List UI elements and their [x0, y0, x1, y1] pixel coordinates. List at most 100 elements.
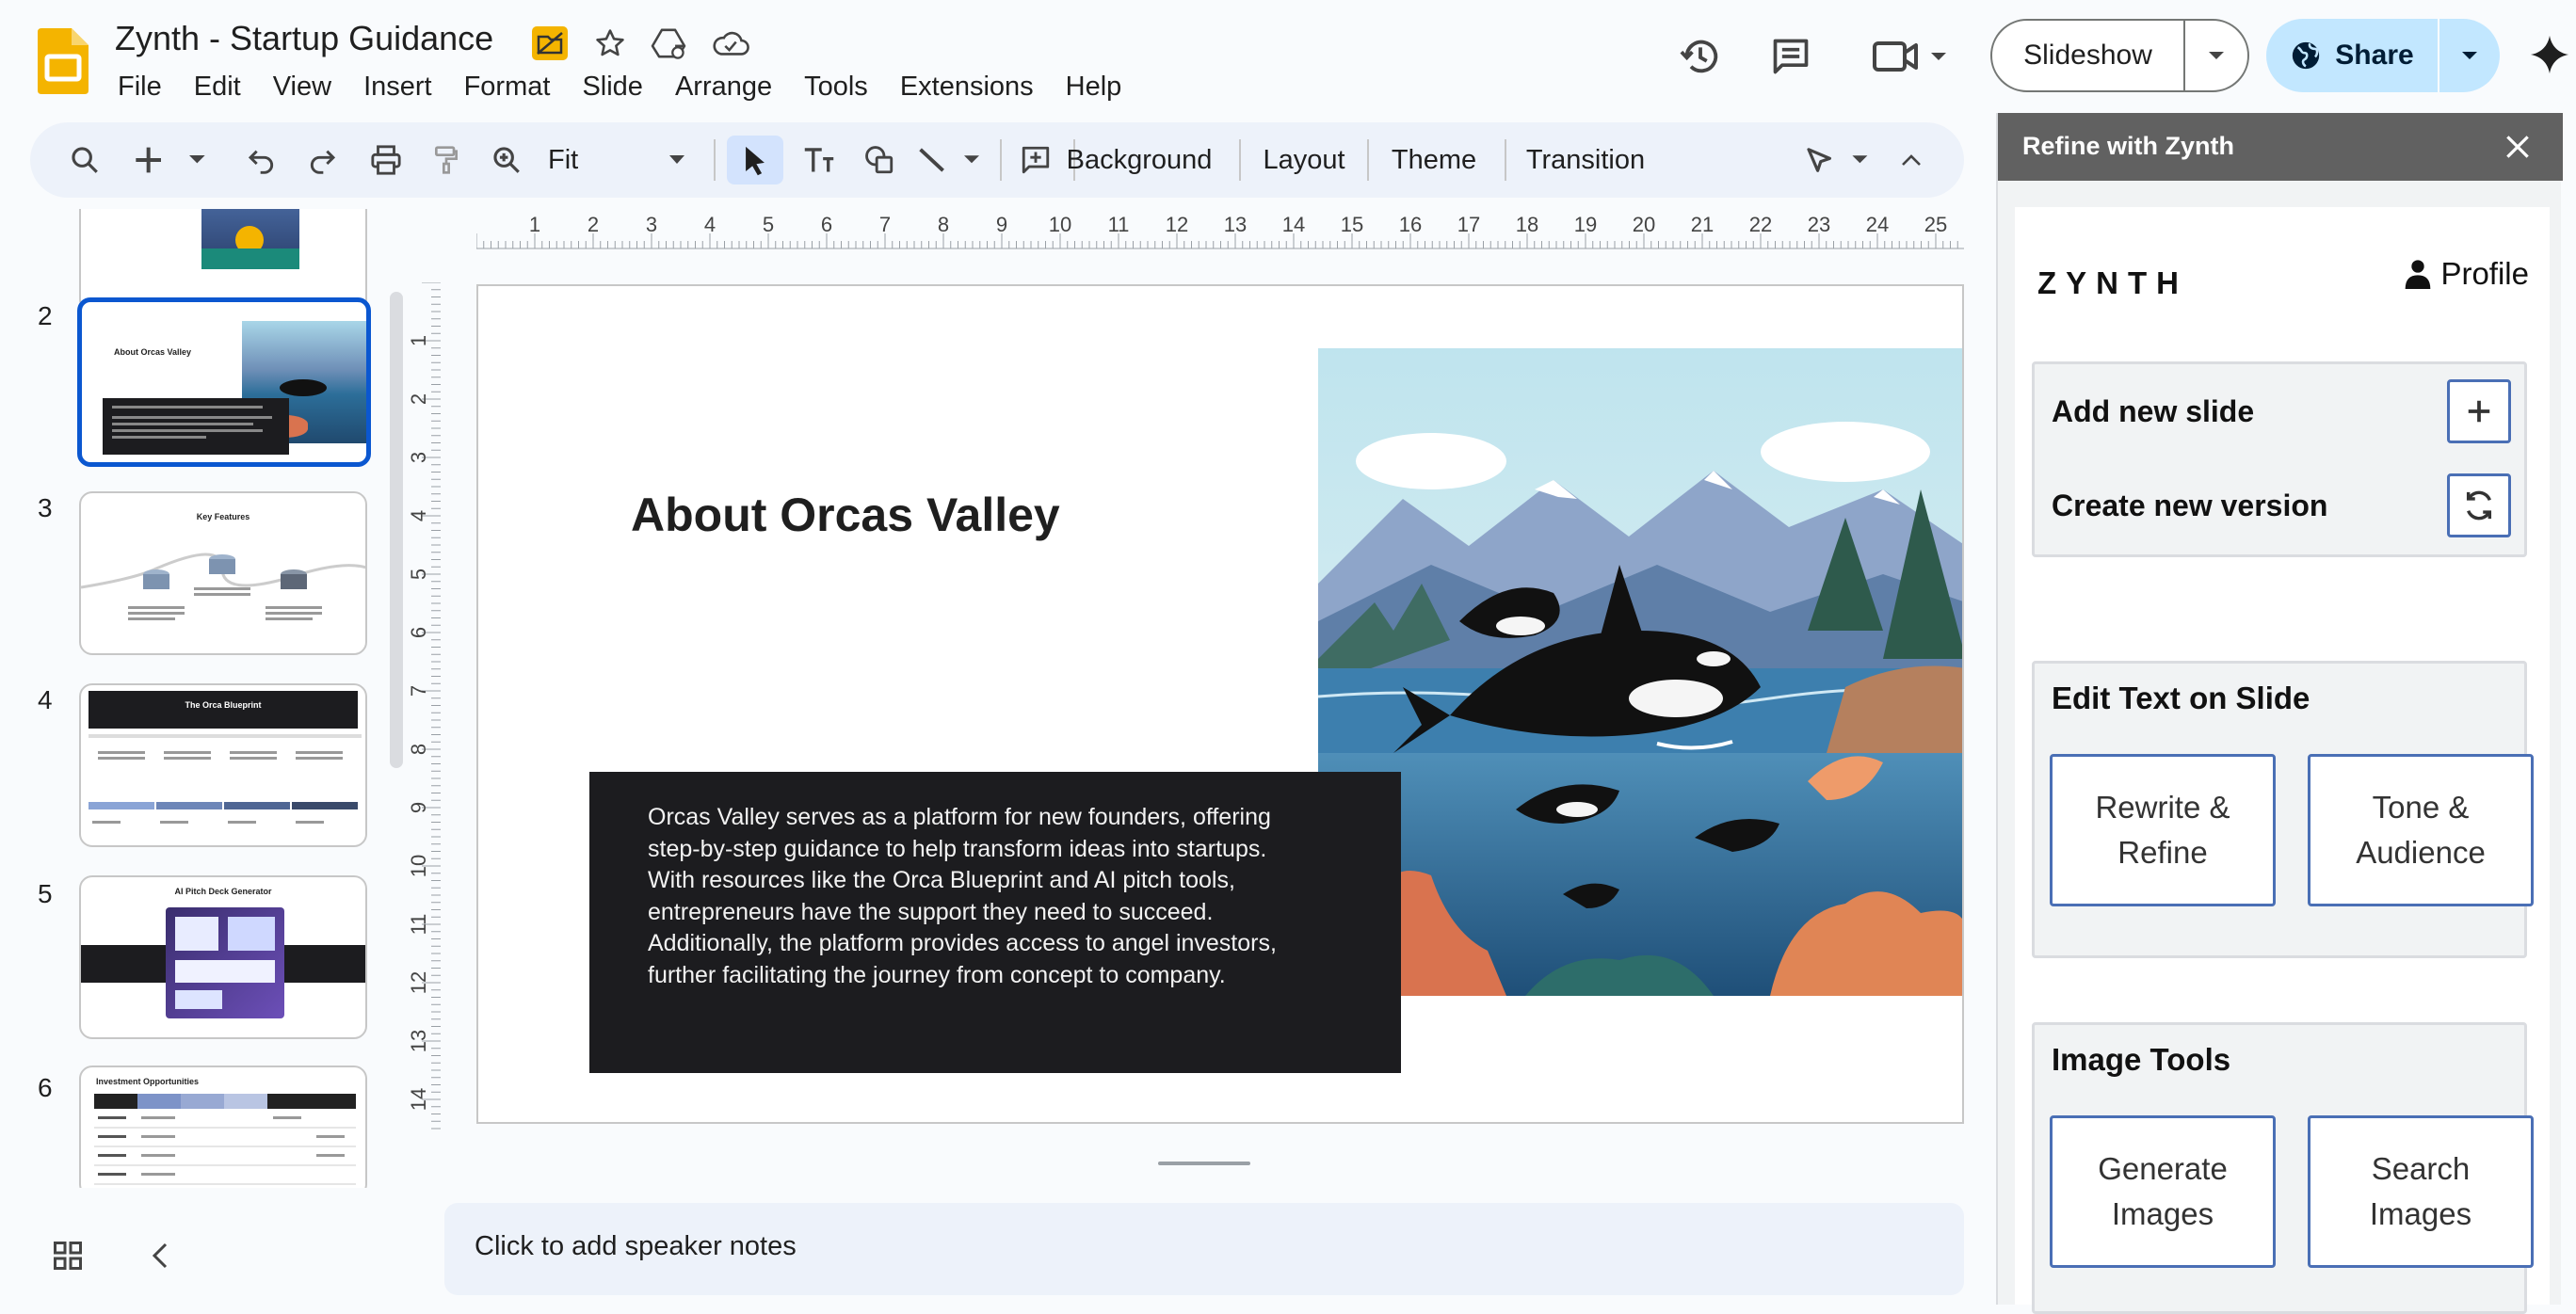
menu-arrange[interactable]: Arrange [659, 66, 788, 107]
share-dropdown-icon[interactable] [2439, 19, 2500, 92]
move-to-folder-icon[interactable] [529, 23, 571, 64]
slide-body-text[interactable]: Orcas Valley serves as a platform for ne… [648, 802, 1307, 991]
thumb-title: AI Pitch Deck Generator [174, 887, 272, 896]
paint-format-icon[interactable] [420, 136, 473, 184]
ruler-label: 15 [1341, 213, 1363, 236]
ruler-label: 13 [1224, 213, 1247, 236]
transition-button[interactable]: Transition [1510, 136, 1661, 184]
orca-illustration[interactable] [1318, 348, 1964, 996]
image-tools-card: Image Tools Generate Images Search Image… [2032, 1022, 2534, 1314]
menu-format[interactable]: Format [448, 66, 567, 107]
theme-button[interactable]: Theme [1373, 136, 1495, 184]
select-icon[interactable] [727, 136, 783, 184]
menu-help[interactable]: Help [1050, 66, 1138, 107]
menu-extensions[interactable]: Extensions [884, 66, 1050, 107]
thumb-title: The Orca Blueprint [89, 691, 358, 729]
ruler-label: 12 [1166, 213, 1188, 236]
menu-view[interactable]: View [257, 66, 347, 107]
gemini-icon[interactable] [2529, 34, 2570, 75]
search-icon[interactable] [58, 136, 111, 184]
notes-resize-handle[interactable] [1158, 1162, 1250, 1165]
slide-title[interactable]: About Orcas Valley [631, 488, 1060, 542]
layout-button[interactable]: Layout [1245, 136, 1363, 184]
comments-icon[interactable] [1763, 28, 1819, 85]
redo-icon[interactable] [296, 136, 348, 184]
share-button[interactable]: Share [2266, 19, 2500, 92]
add-slide-button[interactable] [2447, 379, 2511, 443]
toolbar-divider [714, 139, 716, 181]
document-title[interactable]: Zynth - Startup Guidance [115, 19, 493, 58]
history-icon[interactable] [1672, 28, 1729, 85]
line-icon[interactable] [913, 136, 985, 184]
slide-thumbnail-2[interactable]: About Orcas Valley [77, 297, 371, 467]
slideshow-button[interactable]: Slideshow [1990, 19, 2249, 92]
slideshow-dropdown-icon[interactable] [2185, 21, 2247, 90]
search-images-button[interactable]: Search Images [2308, 1115, 2534, 1268]
ruler-label: 1 [409, 335, 430, 346]
slide-thumbnail-3[interactable]: Key Features [79, 491, 367, 655]
new-version-button[interactable] [2447, 473, 2511, 537]
ruler-label: 14 [409, 1088, 430, 1111]
speaker-notes[interactable]: Click to add speaker notes [444, 1203, 1964, 1295]
textbox-icon[interactable] [793, 136, 845, 184]
person-icon [2405, 259, 2431, 289]
ruler-label: 20 [1633, 213, 1655, 236]
slide-thumbnail-4[interactable]: The Orca Blueprint [79, 683, 367, 847]
cloud-saved-icon[interactable] [710, 23, 751, 64]
ruler-label: 2 [588, 213, 599, 236]
slides-logo-icon[interactable] [38, 28, 89, 94]
thumb-title: Key Features [196, 512, 250, 521]
menu-file[interactable]: File [102, 66, 178, 107]
ruler-label: 21 [1691, 213, 1714, 236]
filmstrip: 2 About Orcas Valley 3 Key Features 4 Th… [0, 209, 395, 1188]
slide-thumbnail-5[interactable]: AI Pitch Deck Generator [79, 875, 367, 1039]
slide-number: 6 [38, 1073, 53, 1102]
thumb-table [89, 734, 362, 824]
background-label: Background [1066, 144, 1213, 175]
pen-icon[interactable] [1800, 136, 1877, 184]
meet-icon[interactable] [1868, 28, 1953, 85]
ruler-label: 12 [409, 971, 430, 994]
zoom-select[interactable]: Fit [539, 136, 699, 184]
star-icon[interactable] [589, 23, 631, 64]
speaker-notes-placeholder[interactable]: Click to add speaker notes [475, 1231, 797, 1262]
ruler-label: 4 [704, 213, 716, 236]
ruler-label: 2 [409, 393, 430, 405]
zoom-icon[interactable] [480, 136, 533, 184]
filmstrip-scrollbar[interactable] [390, 292, 403, 768]
background-button[interactable]: Background [1038, 136, 1241, 184]
new-slide-icon[interactable] [128, 136, 222, 184]
thumb-image [166, 907, 284, 1018]
menu-insert[interactable]: Insert [347, 66, 448, 107]
print-icon[interactable] [360, 136, 412, 184]
menu-bar: File Edit View Insert Format Slide Arran… [102, 66, 1137, 107]
thumb-image [201, 209, 299, 269]
ruler-label: 9 [996, 213, 1007, 236]
menu-tools[interactable]: Tools [788, 66, 884, 107]
slide-thumbnail-6[interactable]: Investment Opportunities [79, 1066, 367, 1188]
ruler-label: 11 [1108, 213, 1130, 236]
generate-images-button[interactable]: Generate Images [2050, 1115, 2276, 1268]
ruler-label: 13 [409, 1030, 430, 1052]
share-main[interactable]: Share [2266, 19, 2439, 92]
slide-body-textbox[interactable]: Orcas Valley serves as a platform for ne… [589, 772, 1401, 1073]
slideshow-label[interactable]: Slideshow [1992, 21, 2185, 90]
shapes-icon[interactable] [853, 136, 906, 184]
slide-number: 2 [38, 301, 53, 330]
menu-slide[interactable]: Slide [566, 66, 659, 107]
drive-status-icon[interactable] [648, 23, 689, 64]
close-icon[interactable] [2503, 132, 2533, 162]
slide-canvas[interactable]: About Orcas Valley Orcas Valley serves a… [476, 284, 1964, 1124]
grid-view-icon[interactable] [51, 1239, 85, 1273]
ruler-label: 17 [1457, 213, 1480, 236]
rewrite-refine-button[interactable]: Rewrite & Refine [2050, 754, 2276, 906]
menu-edit[interactable]: Edit [178, 66, 257, 107]
ruler-label: 5 [409, 569, 430, 580]
collapse-toolbar-icon[interactable] [1885, 136, 1938, 184]
tone-audience-button[interactable]: Tone & Audience [2308, 754, 2534, 906]
undo-icon[interactable] [235, 136, 288, 184]
edit-text-title: Edit Text on Slide [2052, 681, 2310, 715]
profile-button[interactable]: Profile [2405, 256, 2529, 292]
chevron-left-icon[interactable] [147, 1241, 173, 1271]
ruler-label: 3 [646, 213, 657, 236]
